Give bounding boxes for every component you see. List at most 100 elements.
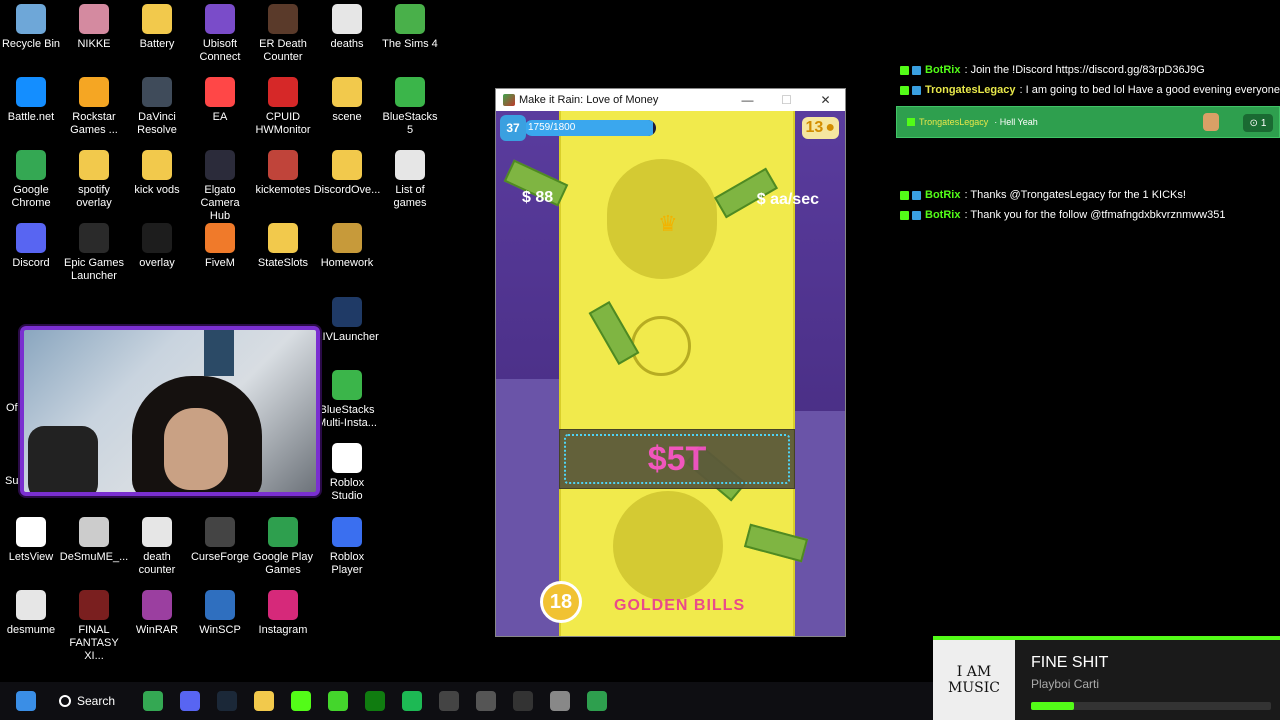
taskbar-button[interactable] xyxy=(542,684,578,718)
desktop-icon[interactable]: CurseForge xyxy=(189,517,251,564)
taskbar-button[interactable] xyxy=(8,684,44,718)
desktop-icon[interactable]: Rockstar Games ... xyxy=(63,77,125,137)
taskbar-button[interactable] xyxy=(357,684,393,718)
taskbar-button[interactable] xyxy=(320,684,356,718)
desktop-icon-label: DiscordOve... xyxy=(313,184,381,196)
desktop-icon[interactable]: Ubisoft Connect xyxy=(189,4,251,64)
maximize-button[interactable]: ☐ xyxy=(767,89,806,111)
webcam-background xyxy=(204,330,234,376)
partial-icon-label: Of xyxy=(6,402,18,414)
folder-icon xyxy=(79,150,109,180)
desktop-icon[interactable]: Battle.net xyxy=(0,77,62,124)
desktop-icon-label: List of games xyxy=(393,184,427,209)
chat-username: BotRix xyxy=(925,209,961,221)
taskbar-button[interactable] xyxy=(579,684,615,718)
desktop-icon[interactable]: Recycle Bin xyxy=(0,4,62,51)
desktop-icon[interactable]: Instagram xyxy=(252,590,314,637)
bot-badge-icon xyxy=(912,65,921,75)
desktop-icon[interactable]: Discord xyxy=(0,223,62,270)
gold-counter[interactable]: 13 ● xyxy=(801,117,839,139)
desktop-icon[interactable]: kickemotes xyxy=(252,150,314,197)
letsview-icon xyxy=(16,517,46,547)
taskbar-search[interactable]: Search xyxy=(51,687,129,715)
desktop-icon[interactable]: CPUID HWMonitor xyxy=(252,77,314,137)
xp-text: 1759/1800 xyxy=(528,122,576,133)
desktop-icon[interactable]: DaVinci Resolve xyxy=(126,77,188,137)
desktop-icon[interactable]: Elgato Camera Hub xyxy=(189,150,251,223)
chat-message: TrongatesLegacy : I am going to bed lol … xyxy=(896,80,1280,100)
desktop-icon[interactable]: DiscordOve... xyxy=(313,150,381,197)
kick-badge-icon xyxy=(900,190,909,200)
game-canvas[interactable]: 1759/1800 37 13 ● $ 88 $ aa/sec ♛ $5T 18… xyxy=(496,111,845,636)
razer-icon xyxy=(328,691,348,711)
desktop-icon-label: Google Play Games xyxy=(253,551,313,576)
folder-icon xyxy=(142,223,172,253)
minimize-button[interactable]: — xyxy=(728,89,767,111)
desktop-icon-label: spotify overlay xyxy=(76,184,112,209)
desktop-icon-label: Battle.net xyxy=(7,111,55,123)
alert-text: · Hell Yeah xyxy=(994,117,1038,127)
desktop-icon[interactable]: WinRAR xyxy=(126,590,188,637)
taskbar-button[interactable] xyxy=(394,684,430,718)
desktop-icon[interactable]: death counter xyxy=(126,517,188,577)
golden-bills-timer[interactable]: 18 xyxy=(540,581,582,623)
desktop-icon[interactable]: Google Play Games xyxy=(252,517,314,577)
desktop-icon-label: WinRAR xyxy=(135,624,179,636)
desktop-icon[interactable]: Roblox Player xyxy=(316,517,378,577)
desktop-icon[interactable]: DeSmuME_... xyxy=(60,517,128,564)
desktop-icon[interactable]: desmume xyxy=(0,590,62,637)
game-window[interactable]: Make it Rain: Love of Money — ☐ ✕ 1759/1… xyxy=(495,88,846,637)
taskbar-button[interactable] xyxy=(468,684,504,718)
taskbar-button[interactable] xyxy=(431,684,467,718)
bill-seal xyxy=(631,316,691,376)
desktop-icon[interactable]: NIKKE xyxy=(63,4,125,51)
desktop-icon-label: kick vods xyxy=(134,184,180,196)
desktop-icon[interactable]: scene xyxy=(316,77,378,124)
desktop-icon[interactable]: ER Death Counter xyxy=(252,4,314,64)
desktop-icon-label: CurseForge xyxy=(190,551,250,563)
desktop-icon[interactable]: overlay xyxy=(126,223,188,270)
desktop-icon-label: Instagram xyxy=(258,624,308,636)
desktop-icon[interactable]: spotify overlay xyxy=(63,150,125,210)
desktop-icon[interactable]: FINAL FANTASY XI... xyxy=(63,590,125,663)
desktop-icon-label: Roblox Studio xyxy=(329,477,365,502)
make-it-rain-icon xyxy=(503,94,515,106)
taskbar-button[interactable] xyxy=(209,684,245,718)
folder-icon xyxy=(332,77,362,107)
kick-icon xyxy=(291,691,311,711)
desktop-icon[interactable]: BlueStacks 5 xyxy=(379,77,441,137)
taskbar-button[interactable] xyxy=(172,684,208,718)
xbox-icon xyxy=(365,691,385,711)
taskbar-button[interactable] xyxy=(505,684,541,718)
desktop-icon[interactable]: Roblox Studio xyxy=(316,443,378,503)
taskbar-button[interactable] xyxy=(246,684,282,718)
taskbar-button[interactable] xyxy=(283,684,319,718)
desktop-icon[interactable]: FiveM xyxy=(189,223,251,270)
desktop-icon[interactable]: deaths xyxy=(316,4,378,51)
file-icon xyxy=(142,517,172,547)
settings-icon xyxy=(550,691,570,711)
game-titlebar[interactable]: Make it Rain: Love of Money — ☐ ✕ xyxy=(496,89,845,111)
taskbar-button[interactable] xyxy=(135,684,171,718)
desktop-icon-label: Epic Games Launcher xyxy=(64,257,124,282)
spotify-icon xyxy=(402,691,422,711)
desktop-icon[interactable]: LetsView xyxy=(0,517,62,564)
chat-text: : Join the !Discord https://discord.gg/8… xyxy=(964,64,1205,76)
desktop-icon-label: deaths xyxy=(330,38,364,50)
desktop-icon[interactable]: Homework xyxy=(316,223,378,270)
bluestacks-icon xyxy=(395,77,425,107)
desktop-icon[interactable]: Google Chrome xyxy=(0,150,62,210)
discord-icon xyxy=(16,223,46,253)
desktop-icon[interactable]: StateSlots xyxy=(252,223,314,270)
desktop-icon[interactable]: EA xyxy=(189,77,251,124)
ea-icon xyxy=(205,77,235,107)
desktop-icon[interactable]: BlueStacks Multi-Insta... xyxy=(316,370,378,430)
desktop-icon[interactable]: The Sims 4 xyxy=(379,4,441,51)
desktop-icon[interactable]: XIVLauncher xyxy=(315,297,379,344)
desktop-icon[interactable]: Battery xyxy=(126,4,188,51)
desktop-icon[interactable]: Epic Games Launcher xyxy=(63,223,125,283)
desktop-icon[interactable]: WinSCP xyxy=(189,590,251,637)
close-button[interactable]: ✕ xyxy=(806,89,845,111)
desktop-icon[interactable]: List of games xyxy=(379,150,441,210)
desktop-icon[interactable]: kick vods xyxy=(126,150,188,197)
